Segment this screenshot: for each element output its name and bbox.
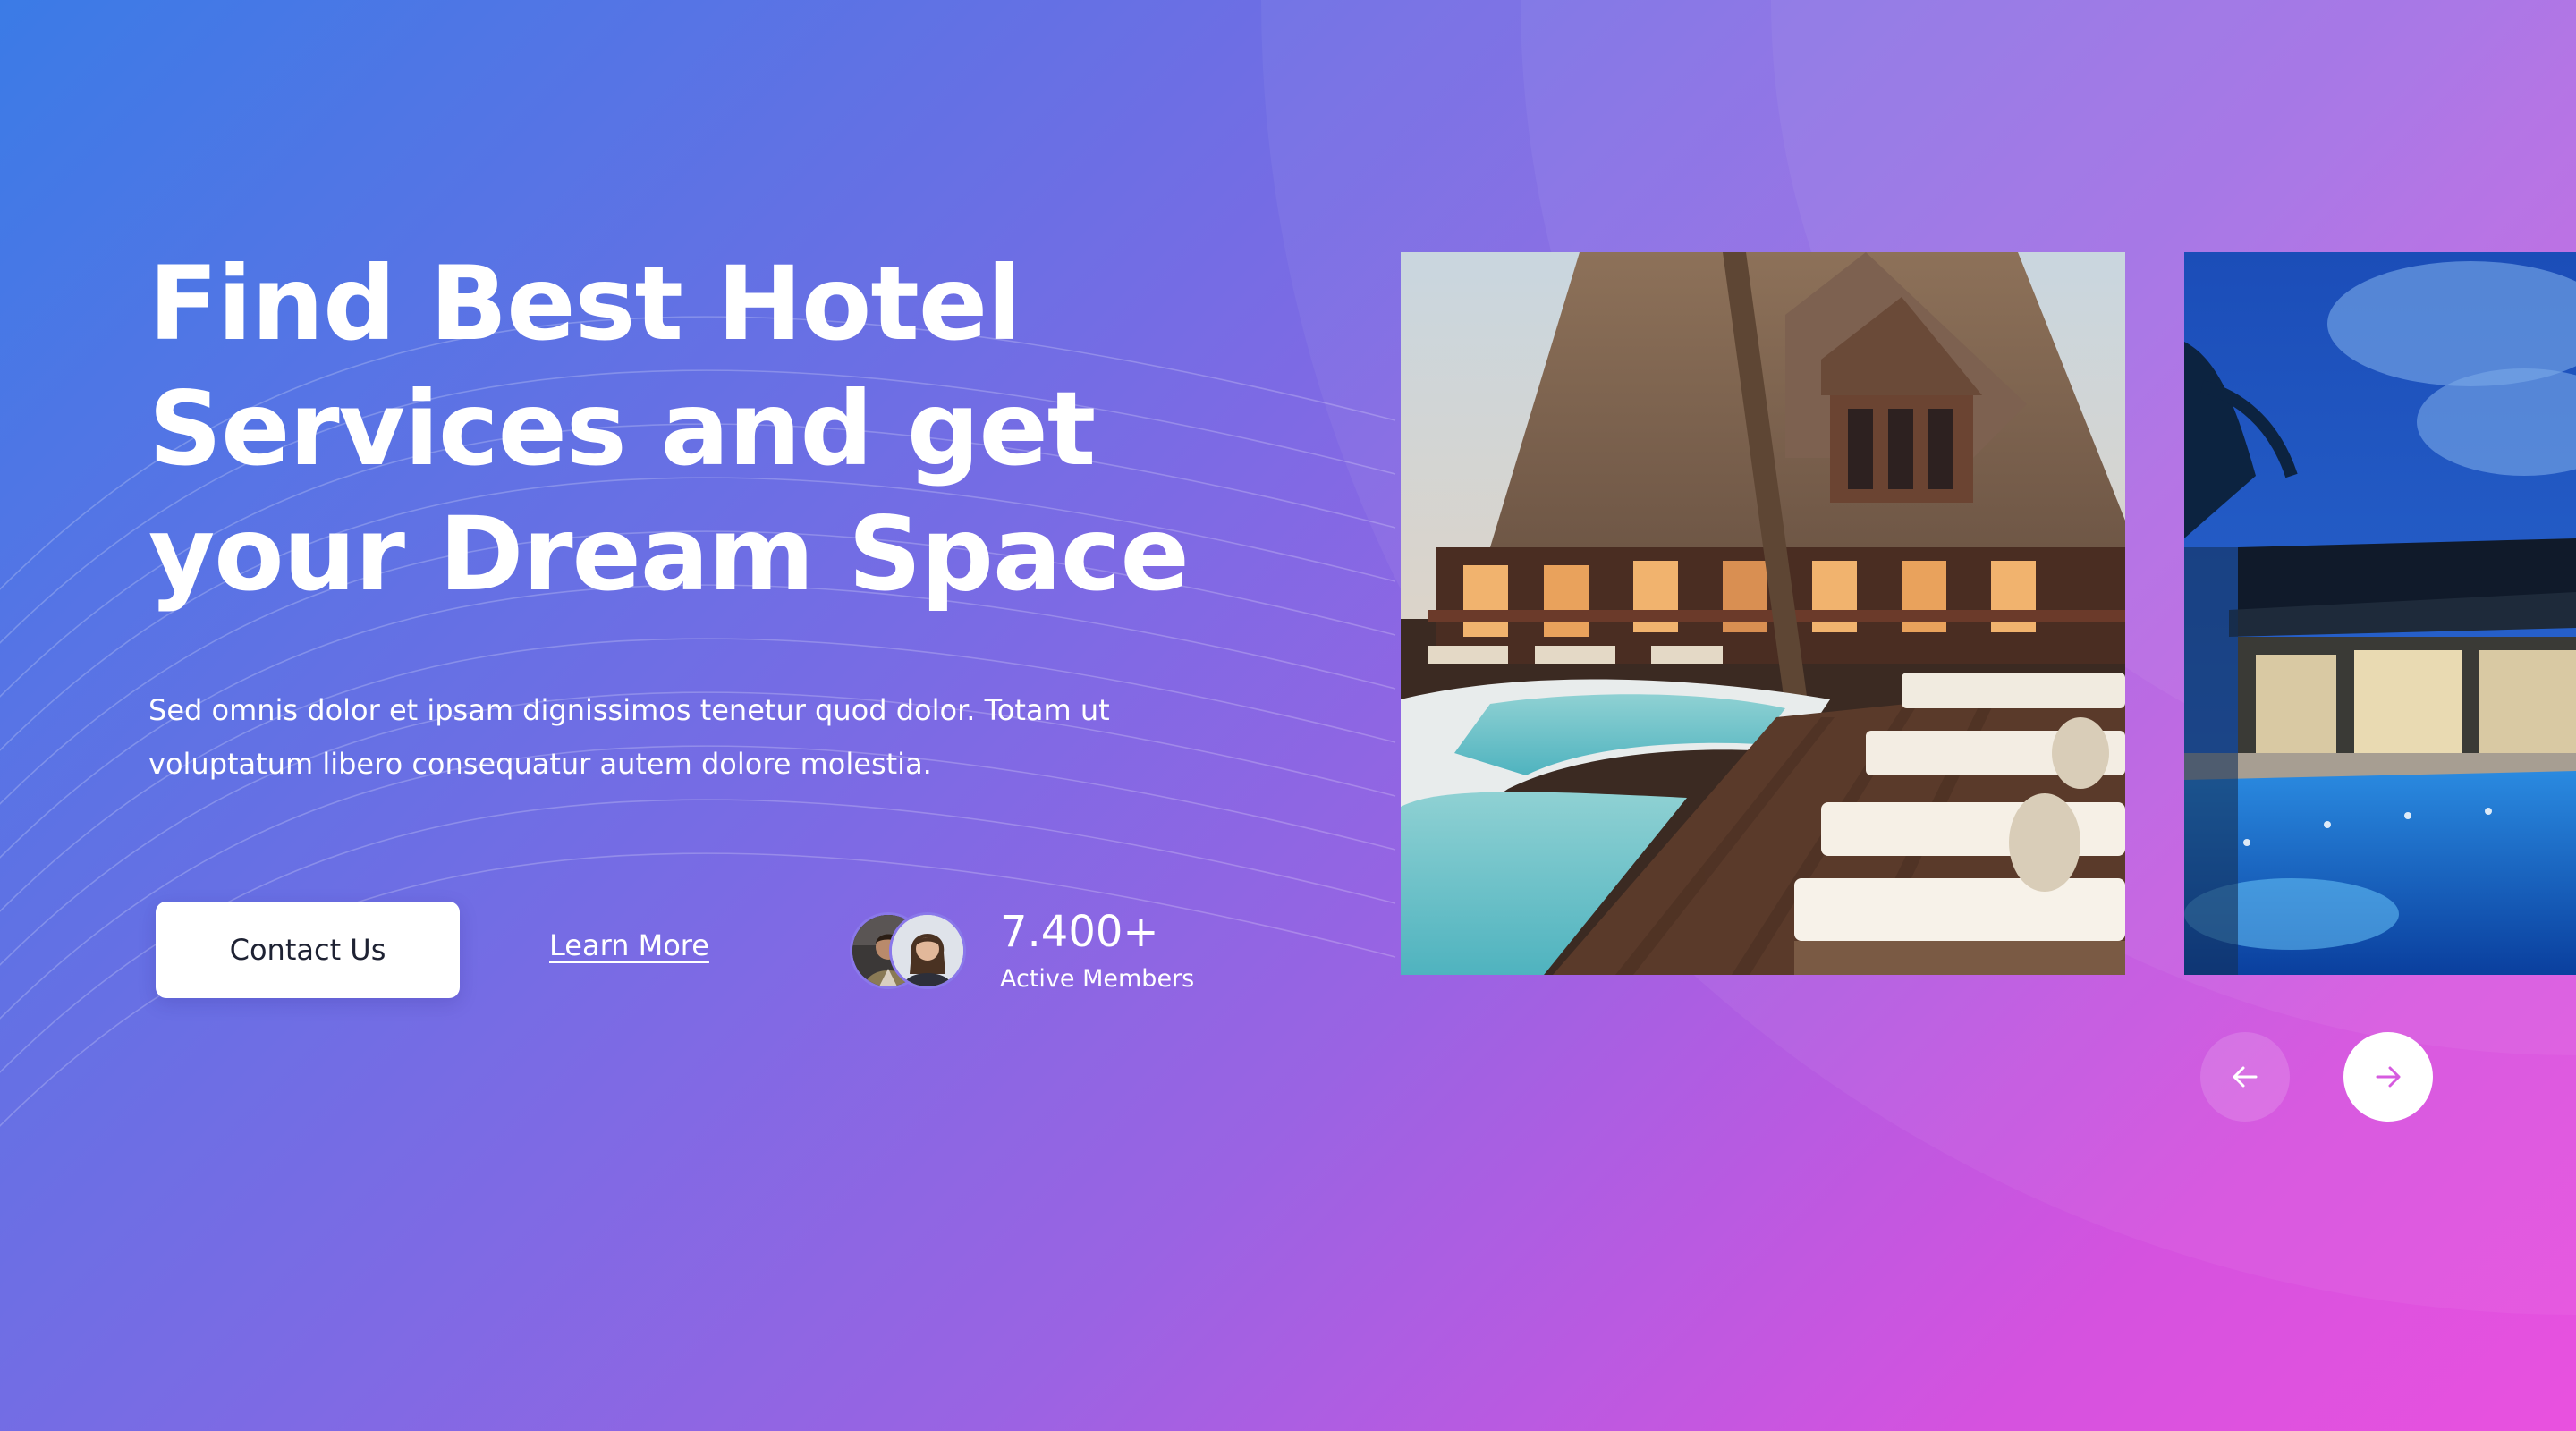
arrow-right-icon: [2376, 1066, 2401, 1088]
arrow-left-icon: [2233, 1066, 2258, 1088]
hero-description: Sed omnis dolor et ipsam dignissimos ten…: [148, 683, 1186, 791]
hero-section: Find Best Hotel Services and get your Dr…: [0, 0, 2576, 1431]
carousel-next-button[interactable]: [2343, 1032, 2433, 1122]
carousel-prev-button[interactable]: [2200, 1032, 2290, 1122]
contact-us-button[interactable]: Contact Us: [156, 902, 460, 998]
carousel-slide-resort[interactable]: [1401, 252, 2125, 975]
hero-title-line-3: your Dream Space: [148, 495, 1190, 614]
resort-lodge-poolside-photo: [1401, 252, 2125, 975]
hero-title-line-2: Services and get: [148, 369, 1096, 488]
active-members-block: 7.400+ Active Members: [850, 903, 1225, 1002]
avatar-woman-image: [892, 915, 963, 986]
hero-title-line-1: Find Best Hotel: [148, 244, 1021, 363]
avatar: [889, 912, 966, 989]
hero-title: Find Best Hotel Services and get your Dr…: [148, 241, 1311, 617]
hero-description-line-1: Sed omnis dolor et ipsam dignissimos ten…: [148, 693, 1110, 727]
learn-more-link[interactable]: Learn More: [549, 928, 709, 962]
members-count: 7.400+: [1000, 907, 1159, 957]
carousel-slide-villa[interactable]: [2184, 252, 2576, 975]
hero-description-line-2: voluptatum libero consequatur autem dolo…: [148, 747, 932, 781]
modern-villa-pool-night-photo: [2184, 252, 2576, 975]
members-label: Active Members: [1000, 965, 1195, 993]
